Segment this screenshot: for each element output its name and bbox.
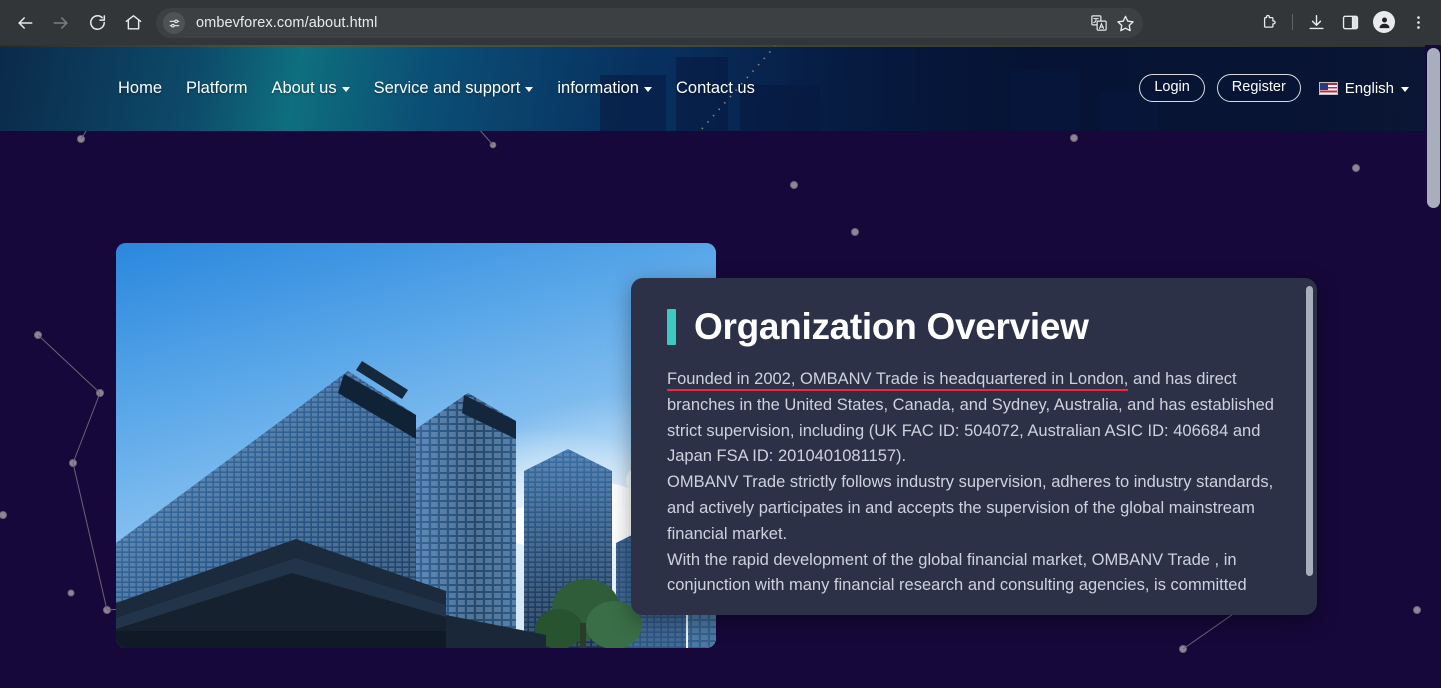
register-button[interactable]: Register: [1216, 73, 1301, 103]
overview-paragraph-1: Founded in 2002, OMBANV Trade is headqua…: [667, 367, 1275, 470]
nav-item-information[interactable]: information: [557, 79, 652, 98]
translate-icon[interactable]: [1087, 11, 1111, 35]
us-flag-icon: [1318, 81, 1338, 95]
nav-label: information: [557, 78, 639, 97]
nav-label: About us: [271, 78, 337, 97]
bookmark-star-icon[interactable]: [1113, 11, 1137, 35]
home-button[interactable]: [115, 5, 151, 41]
back-button[interactable]: [7, 5, 43, 41]
avatar: [1373, 11, 1395, 33]
profile-avatar[interactable]: [1367, 5, 1401, 39]
downloads-icon[interactable]: [1299, 5, 1333, 39]
browser-toolbar-right: [1252, 5, 1435, 39]
highlighted-sentence: Founded in 2002, OMBANV Trade is headqua…: [667, 370, 1129, 391]
nav-label: Platform: [186, 78, 248, 97]
organization-overview-card: Organization Overview Founded in 2002, O…: [631, 278, 1317, 615]
nav-label: Home: [118, 78, 163, 97]
card-scrollbar-thumb[interactable]: [1306, 286, 1313, 576]
card-content: Organization Overview Founded in 2002, O…: [631, 278, 1317, 599]
side-panel-icon[interactable]: [1333, 5, 1367, 39]
chevron-down-icon: [341, 86, 350, 92]
chevron-down-icon: [1401, 86, 1409, 92]
nav-item-about-us[interactable]: About us: [271, 78, 350, 98]
reload-button[interactable]: [79, 5, 115, 41]
page-scrollbar-thumb[interactable]: [1427, 48, 1440, 208]
address-bar[interactable]: ombevforex.com/about.html: [156, 8, 1143, 38]
language-selector[interactable]: English: [1318, 79, 1409, 97]
web-page: Home Platform About us Service and suppo…: [0, 45, 1441, 688]
buildings-illustration: [116, 361, 716, 648]
browser-toolbar: ombevforex.com/about.html: [0, 0, 1441, 45]
title-accent-bar: [667, 308, 676, 345]
office-skyscrapers-photo: [116, 243, 716, 648]
site-header: Home Platform About us Service and suppo…: [0, 45, 1425, 131]
page-scrollbar-track[interactable]: [1425, 45, 1441, 688]
omnibox-actions: [1087, 11, 1137, 35]
login-button[interactable]: Login: [1139, 73, 1205, 103]
nav-item-contact-us[interactable]: Contact us: [676, 79, 755, 98]
overview-paragraph-2: OMBANV Trade strictly follows industry s…: [667, 473, 1274, 543]
nav-label: Service and support: [373, 78, 521, 97]
page-title: Organization Overview: [694, 306, 1089, 347]
url-text: ombevforex.com/about.html: [196, 15, 378, 31]
site-header-actions: Login Register English: [1139, 45, 1409, 131]
chevron-down-icon: [643, 86, 652, 92]
chrome-menu-icon[interactable]: [1401, 5, 1435, 39]
nav-item-service-and-support[interactable]: Service and support: [374, 79, 534, 98]
language-label: English: [1344, 79, 1394, 97]
nav-item-home[interactable]: Home: [118, 79, 162, 98]
nav-label: Contact us: [675, 78, 755, 97]
nav-item-platform[interactable]: Platform: [186, 79, 247, 98]
site-navigation: Home Platform About us Service and suppo…: [0, 45, 755, 131]
card-title-row: Organization Overview: [667, 308, 1275, 345]
site-settings-icon[interactable]: [163, 12, 185, 34]
toolbar-divider: [1292, 14, 1293, 30]
chevron-down-icon: [525, 86, 534, 92]
extensions-icon[interactable]: [1252, 5, 1286, 39]
forward-button[interactable]: [43, 5, 79, 41]
header-building-4: [1010, 69, 1080, 131]
overview-paragraph-3: With the rapid development of the global…: [667, 550, 1247, 595]
navigation-buttons: [0, 5, 151, 41]
